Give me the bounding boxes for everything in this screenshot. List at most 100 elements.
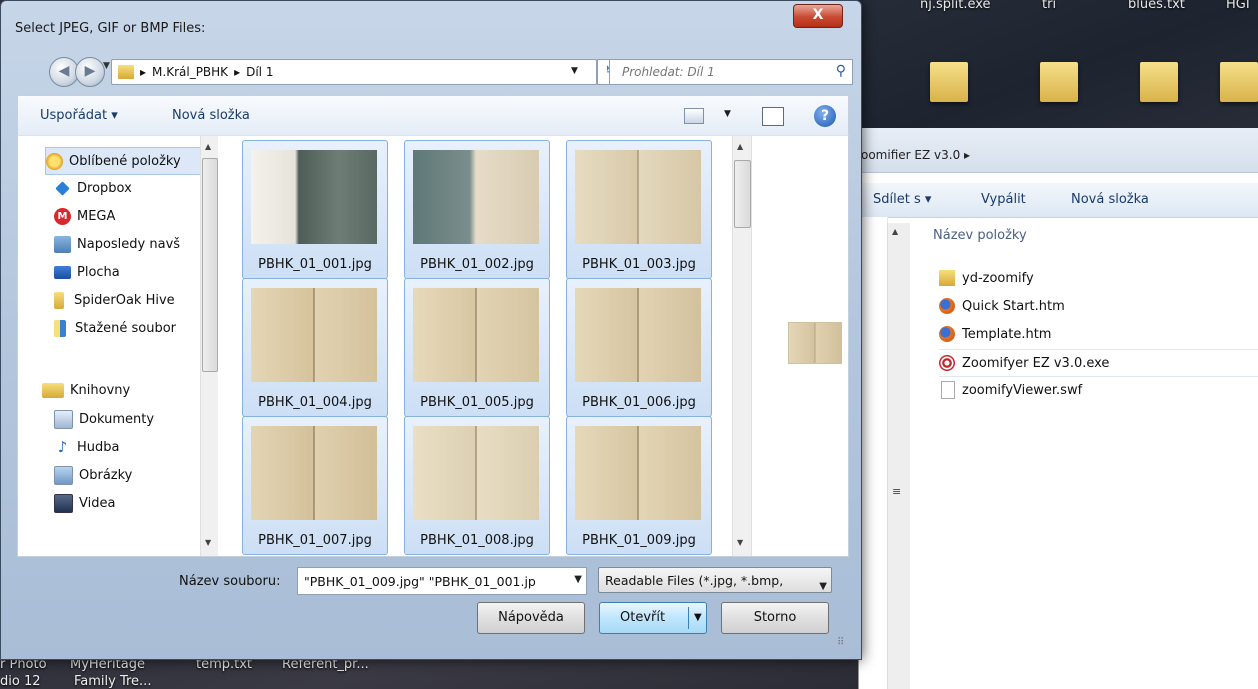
nav-item-mega[interactable]: M MEGA	[54, 203, 199, 229]
desktop-folder-icon[interactable]	[930, 62, 968, 102]
breadcrumb-separator: ▸	[140, 65, 147, 79]
file-thumbnail[interactable]: PBHK_01_008.jpg	[404, 416, 550, 555]
scroll-up-arrow[interactable]: ▲	[892, 227, 898, 236]
new-folder-button[interactable]: Nová složka	[172, 108, 250, 123]
desktop-folder-icon[interactable]	[1040, 62, 1078, 102]
image-thumbnail	[575, 288, 701, 382]
image-thumbnail	[251, 426, 377, 520]
explorer-list-item[interactable]: Quick Start.htm	[939, 293, 1258, 319]
recent-places-icon	[54, 235, 71, 253]
desktop-icon-label[interactable]: HGI	[1226, 0, 1250, 12]
view-chevron-down-icon[interactable]: ▼	[724, 109, 731, 119]
desktop-folder-icon[interactable]	[1220, 62, 1258, 102]
share-menu-button[interactable]: Sdílet s ▾	[873, 192, 931, 207]
open-options-chevron-icon[interactable]: ▼	[694, 603, 702, 633]
navigation-bar: ◀ ▶ ▼ ▸ M.Král_PBHK ▸ Díl 1 ▼ ↹ ⚲	[1, 53, 861, 89]
nav-item-label: MEGA	[77, 208, 116, 224]
chevron-down-icon[interactable]: ▼	[819, 574, 827, 592]
explorer-list-item[interactable]: zoomifyViewer.swf	[939, 377, 1258, 403]
item-name: zoomifyViewer.swf	[962, 382, 1083, 398]
nav-item-downloads[interactable]: Stažené soubor	[54, 315, 199, 341]
desktop-icon-label[interactable]: nj.split.exe	[920, 0, 991, 12]
file-thumbnail[interactable]: PBHK_01_009.jpg	[566, 416, 712, 555]
filename-input[interactable]	[302, 572, 566, 590]
nav-item-videos[interactable]: Videa	[54, 490, 199, 516]
nav-item-pictures[interactable]: Obrázky	[54, 462, 199, 488]
resize-grip-icon[interactable]: ⠿	[837, 637, 844, 648]
chevron-down-icon[interactable]: ▼	[574, 574, 582, 585]
scroll-thumb[interactable]	[734, 160, 751, 228]
desktop-icon-label[interactable]: Family Tre...	[74, 674, 151, 689]
address-history-chevron-icon[interactable]: ▼	[571, 66, 578, 76]
nav-item-music[interactable]: ♪ Hudba	[54, 434, 199, 460]
scroll-up-arrow[interactable]: ▲	[737, 142, 743, 151]
scroll-down-arrow[interactable]: ▼	[737, 538, 743, 547]
nav-item-libraries[interactable]: Knihovny	[42, 377, 187, 403]
search-icon[interactable]: ⚲	[836, 63, 846, 79]
scroll-thumb[interactable]	[202, 158, 218, 372]
file-thumbnail[interactable]: PBHK_01_001.jpg	[242, 140, 388, 279]
firefox-icon	[939, 326, 955, 342]
file-thumbnail[interactable]: PBHK_01_006.jpg	[566, 278, 712, 417]
file-thumbnail[interactable]: PBHK_01_004.jpg	[242, 278, 388, 417]
nav-item-recent[interactable]: Naposledy navš	[54, 231, 199, 257]
breadcrumb-item[interactable]: Díl 1	[246, 65, 273, 79]
help-button[interactable]: Nápověda	[477, 602, 585, 634]
desktop-icon-label[interactable]: dio 12	[0, 674, 41, 689]
explorer-list-item[interactable]: Template.htm	[939, 321, 1258, 347]
column-header-name[interactable]: Název položky	[933, 228, 1027, 243]
organize-menu-button[interactable]: Uspořádat ▾	[40, 108, 118, 123]
nav-item-desktop[interactable]: Plocha	[54, 259, 199, 285]
file-list-scrollbar[interactable]: ▲ ▼	[732, 136, 752, 556]
image-thumbnail	[413, 426, 539, 520]
file-thumbnail[interactable]: PBHK_01_007.jpg	[242, 416, 388, 555]
burn-button[interactable]: Vypálit	[981, 192, 1026, 207]
nav-item-spideroak[interactable]: SpiderOak Hive	[54, 287, 199, 313]
zoomifyer-icon	[939, 355, 955, 371]
filetype-select[interactable]: Readable Files (*.jpg, *.bmp, ▼	[598, 567, 832, 593]
navigation-pane: Oblíbené položky Dropbox M MEGA Naposled…	[18, 136, 218, 556]
preview-image	[788, 322, 842, 364]
file-name: PBHK_01_005.jpg	[420, 395, 534, 410]
file-name: PBHK_01_007.jpg	[258, 533, 372, 548]
help-icon[interactable]: ?	[814, 105, 836, 127]
image-thumbnail	[413, 288, 539, 382]
explorer-list-item[interactable]: Zoomifyer EZ v3.0.exe	[939, 349, 1258, 377]
desktop-folder-icon[interactable]	[1140, 62, 1178, 102]
cancel-button[interactable]: Storno	[721, 602, 829, 634]
address-bar[interactable]: ▸ M.Král_PBHK ▸ Díl 1	[111, 59, 597, 85]
file-thumbnail[interactable]: PBHK_01_005.jpg	[404, 278, 550, 417]
dialog-body: Oblíbené položky Dropbox M MEGA Naposled…	[17, 135, 849, 557]
explorer-list-item[interactable]: yd-zoomify	[939, 265, 1258, 291]
nav-item-label: Naposledy navš	[77, 236, 181, 252]
explorer-new-folder-button[interactable]: Nová složka	[1071, 192, 1149, 207]
nav-item-label: Hudba	[77, 439, 120, 455]
close-button[interactable]: X	[793, 4, 843, 28]
nav-item-dropbox[interactable]: Dropbox	[54, 175, 199, 201]
open-button[interactable]: Otevřít ▼	[599, 602, 707, 634]
file-thumbnail[interactable]: PBHK_01_003.jpg	[566, 140, 712, 279]
file-thumbnail[interactable]: PBHK_01_002.jpg	[404, 140, 550, 279]
nav-item-documents[interactable]: Dokumenty	[54, 406, 199, 432]
search-box[interactable]: ⚲	[609, 59, 853, 85]
filename-combobox[interactable]: ▼	[297, 567, 587, 595]
nav-item-label: Videa	[79, 495, 116, 511]
preview-pane-icon[interactable]	[762, 107, 784, 126]
forward-arrow-icon[interactable]: ▶	[75, 57, 105, 87]
view-options-icon[interactable]	[684, 108, 704, 124]
breadcrumb-item[interactable]: M.Král_PBHK	[152, 65, 228, 79]
desktop-icon-label[interactable]: tri	[1042, 0, 1056, 12]
nav-pane-scrollbar[interactable]: ▲ ▼	[200, 136, 218, 556]
scroll-down-arrow[interactable]: ▼	[205, 538, 211, 547]
explorer-address-bar[interactable]: oomifier EZ v3.0 ▸	[859, 128, 1258, 173]
firefox-icon	[939, 298, 955, 314]
scroll-up-arrow[interactable]: ▲	[205, 142, 211, 151]
search-input[interactable]	[620, 64, 824, 80]
explorer-nav-scrollbar[interactable]: ▲ ≡	[887, 223, 910, 689]
item-name: Template.htm	[962, 326, 1052, 342]
scroll-grip[interactable]: ≡	[892, 485, 901, 498]
nav-item-favorites[interactable]: Oblíbené položky	[45, 147, 201, 175]
recent-pages-chevron-icon[interactable]: ▼	[103, 61, 110, 71]
folder-icon	[54, 291, 64, 309]
desktop-icon-label[interactable]: blues.txt	[1128, 0, 1185, 12]
